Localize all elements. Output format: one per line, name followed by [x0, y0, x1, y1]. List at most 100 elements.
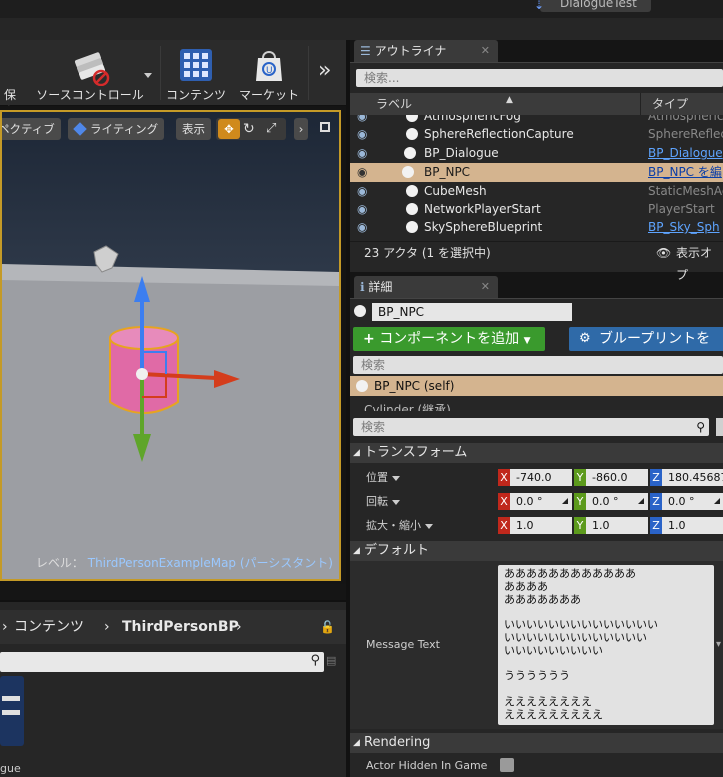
scale-y-field[interactable]: Y 1.0 — [574, 517, 648, 534]
visibility-eye-icon[interactable]: ◉ — [357, 200, 367, 219]
save-search-icon[interactable]: ▤ — [326, 654, 336, 667]
breadcrumb-item[interactable]: ThirdPersonBP — [122, 610, 239, 644]
content-search-input[interactable]: ⚲ — [0, 652, 324, 672]
tab-outliner-label: アウトライナ — [374, 44, 447, 58]
outliner-row[interactable]: ◉ BP_Dialogue BP_Dialogue — [350, 144, 723, 163]
view-options-icon[interactable] — [716, 418, 723, 436]
object-name-field[interactable]: BP_NPC — [372, 303, 572, 321]
dropdown-icon[interactable]: ⇣ — [534, 0, 544, 12]
actor-name: SkySphereBlueprint — [424, 220, 543, 234]
location-z-field[interactable]: Z180.456879 — [650, 469, 723, 486]
breadcrumb-arrow[interactable]: › — [2, 610, 8, 644]
scale-label[interactable]: 拡大・縮小 — [366, 517, 433, 533]
outliner-list: ◉ AtmosphericFog AtmosphericF ◉ SphereReflec… — [350, 115, 723, 239]
actor-type[interactable]: BP_Sky_Sph — [648, 218, 720, 237]
toolbar-overflow-icon[interactable]: » — [318, 58, 331, 83]
message-text-field[interactable]: ああああああああああああ ああああ あああああああ いいいいいいいいいいいいいい… — [498, 565, 714, 725]
details-search-input[interactable]: 検索 ⚲ — [353, 418, 709, 436]
level-viewport[interactable]: ペクティブ ライティング 表示 ✥ ↻ ⤢ › レベル： ThirdPerson… — [0, 106, 346, 584]
tab-outliner[interactable]: ☰ アウトライナ ✕ — [354, 40, 498, 62]
outliner-row[interactable]: ◉ BP_NPC BP_NPC を編 — [350, 163, 723, 182]
tab-details[interactable]: ℹ 詳細 ✕ — [354, 276, 498, 298]
actor-type[interactable]: BP_NPC を編 — [648, 163, 722, 182]
visibility-eye-icon[interactable]: ◉ — [357, 218, 367, 237]
perspective-button[interactable]: ペクティブ — [2, 118, 61, 140]
axis-label: Y — [574, 517, 586, 534]
outliner-row[interactable]: ◉ CubeMesh StaticMeshAc — [350, 182, 723, 201]
blueprint-button[interactable]: ⚙ ブループリントを — [569, 327, 723, 351]
scale-x-field[interactable]: X 1.0 — [498, 517, 572, 534]
outliner-row[interactable]: ◉ SphereReflectionCapture SphereReflect — [350, 125, 723, 144]
visibility-eye-icon[interactable]: ◉ — [357, 163, 367, 182]
default-section-header[interactable]: ◢ デフォルト — [350, 541, 723, 561]
component-search-input[interactable]: 検索 — [353, 356, 723, 374]
search-icon: ⚲ — [696, 420, 705, 434]
actor-type-icon — [402, 166, 414, 178]
drag-handle-icon[interactable] — [714, 498, 720, 504]
outliner-row[interactable]: ◉ SkySphereBlueprint BP_Sky_Sph — [350, 218, 723, 237]
scale-z-field[interactable]: Z 1.0 — [650, 517, 723, 534]
move-tool-icon[interactable]: ✥ — [218, 119, 240, 139]
show-button[interactable]: 表示 — [176, 118, 211, 140]
location-label[interactable]: 位置 — [366, 469, 400, 485]
outliner-search-input[interactable]: 検索... — [356, 69, 723, 87]
component-child-item[interactable]: Cylinder (継承) — [364, 401, 451, 411]
visibility-eye-icon[interactable]: ◉ — [357, 144, 367, 163]
content-browser: › コンテンツ › ThirdPersonBP › 🔓 ⚲ ▤ gue — [0, 600, 346, 777]
expand-arrow-icon[interactable]: ▾ — [716, 639, 721, 650]
market-button[interactable]: U マーケット — [236, 42, 302, 104]
outliner-row[interactable]: ◉ NetworkPlayerStart PlayerStart — [350, 200, 723, 219]
outliner-footer: 23 アクタ (1 を選択中) 👁 表示オプ — [350, 241, 723, 282]
column-label[interactable]: ラベル — [376, 93, 412, 115]
actor-name: BP_NPC — [424, 165, 471, 179]
search-icon: ⚲ — [310, 653, 320, 668]
vector-value: 1.0 — [586, 517, 648, 534]
rotation-y-field[interactable]: Y 0.0 ° — [574, 493, 648, 510]
blueprint-label: ブループリントを — [599, 331, 711, 347]
drag-handle-icon[interactable] — [638, 498, 644, 504]
source-control-dropdown[interactable] — [140, 68, 152, 82]
actor-type[interactable]: BP_Dialogue — [648, 144, 723, 163]
visibility-eye-icon[interactable]: ◉ — [357, 182, 367, 201]
component-self-label: BP_NPC (self) — [374, 379, 455, 393]
rendering-section-header[interactable]: ◢ Rendering — [350, 733, 723, 753]
viewport-scene[interactable] — [2, 112, 339, 579]
lighting-button[interactable]: ライティング — [68, 118, 165, 140]
vector-value: 1.0 — [510, 517, 572, 534]
drag-handle-icon[interactable] — [562, 498, 568, 504]
location-y-field[interactable]: Y -860.0 — [574, 469, 648, 486]
visibility-eye-icon[interactable]: ◉ — [357, 125, 367, 144]
scale-tool-icon[interactable]: ⤢ — [266, 118, 276, 140]
transform-section-header[interactable]: ◢ トランスフォーム — [350, 443, 723, 463]
level-label: レベル： ThirdPersonExampleMap (パーシスタント) — [36, 554, 333, 571]
actor-hidden-checkbox[interactable] — [500, 758, 514, 772]
rotation-z-field[interactable]: Z 0.0 ° — [650, 493, 723, 510]
collapse-icon: ◢ — [353, 738, 360, 748]
close-icon[interactable]: ✕ — [481, 276, 490, 298]
collapse-icon: ◢ — [353, 546, 360, 556]
source-control-label: ソースコントロール — [36, 88, 144, 102]
column-type[interactable]: タイプ — [652, 93, 688, 115]
close-icon[interactable]: ✕ — [481, 40, 490, 62]
rotation-label[interactable]: 回転 — [366, 493, 400, 509]
rotate-tool-icon[interactable]: ↻ — [243, 118, 255, 140]
save-button[interactable]: 保存 — [0, 42, 20, 119]
view-options-button[interactable]: 表示オプ — [676, 242, 723, 286]
project-name-tab[interactable]: DialogueTest — [540, 0, 651, 12]
maximize-icon[interactable] — [320, 122, 330, 132]
rotation-text: 回転 — [366, 495, 388, 508]
source-control-button[interactable]: ソースコントロール — [30, 42, 150, 104]
market-label: マーケット — [238, 88, 299, 102]
component-self-item[interactable]: BP_NPC (self) — [350, 376, 723, 396]
axis-label: X — [498, 469, 510, 486]
location-x-field[interactable]: X -740.0 — [498, 469, 572, 486]
lock-icon[interactable]: 🔓 — [320, 610, 335, 644]
asset-thumbnail[interactable] — [0, 676, 24, 746]
transform-header: トランスフォーム — [364, 445, 468, 460]
contents-button[interactable]: コンテンツ — [164, 42, 228, 104]
viewport-more-icon[interactable]: › — [294, 118, 308, 140]
add-component-button[interactable]: + コンポーネントを追加 ▼ — [353, 327, 545, 351]
rotation-x-field[interactable]: X 0.0 ° — [498, 493, 572, 510]
viewport-toolbar: ペクティブ ライティング 表示 ✥ ↻ ⤢ › — [2, 112, 339, 144]
breadcrumb-item[interactable]: コンテンツ — [14, 610, 84, 644]
